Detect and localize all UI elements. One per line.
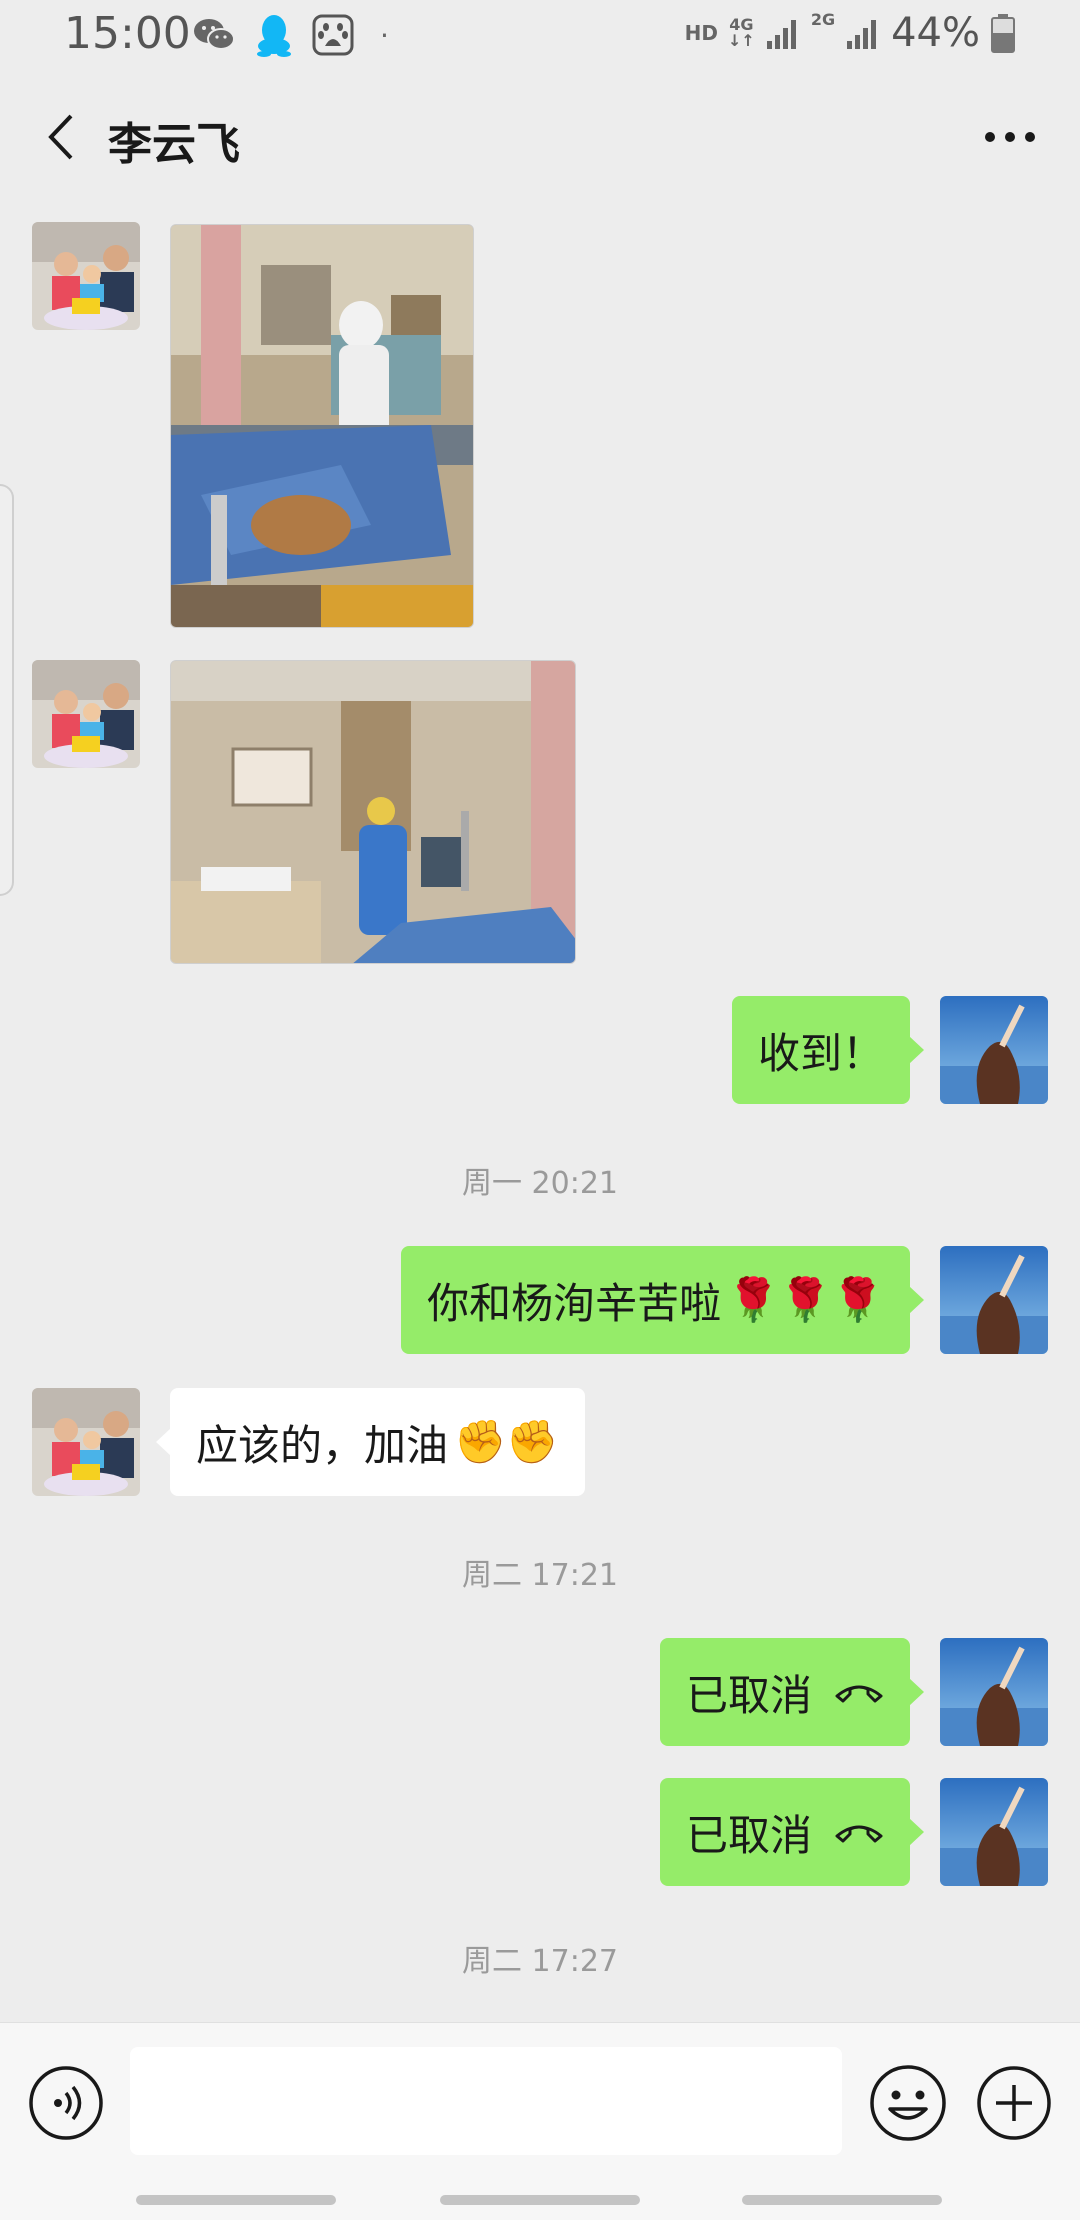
message-text: 收到！: [757, 1028, 884, 1078]
fist-emoji: ✊✊: [454, 1417, 559, 1466]
more-button[interactable]: [970, 102, 1050, 172]
rose-emoji: 🌹🌹🌹: [727, 1275, 884, 1324]
message-bubble-outgoing[interactable]: 收到！: [731, 996, 925, 1104]
timestamp: 周二 17:21: [462, 1558, 618, 1593]
smiley-icon: [870, 2065, 946, 2141]
message-bubble-incoming[interactable]: 应该的，加油 ✊✊: [156, 1388, 585, 1496]
network-2g-label: 2G: [810, 10, 836, 29]
my-avatar[interactable]: [940, 1638, 1048, 1746]
message-input[interactable]: [130, 2047, 842, 2155]
qq-icon: [257, 15, 291, 57]
battery-icon: [991, 14, 1015, 53]
contact-avatar[interactable]: [32, 1388, 140, 1496]
emoji-button[interactable]: [868, 2063, 948, 2143]
plus-icon: [977, 2066, 1051, 2140]
status-indicators: HD 4G ↓↑ 2G 44%: [685, 10, 1016, 56]
my-avatar[interactable]: [940, 996, 1048, 1104]
chevron-left-icon: [48, 114, 73, 160]
hd-label: HD: [684, 21, 719, 45]
voice-button[interactable]: [28, 2065, 104, 2141]
my-avatar[interactable]: [940, 1246, 1048, 1354]
side-handle[interactable]: [0, 484, 14, 896]
nav-gesture-bar-right[interactable]: [742, 2195, 942, 2205]
call-status-text: 已取消: [685, 1810, 812, 1860]
call-bubble-outgoing[interactable]: 已取消: [659, 1778, 925, 1886]
status-dot: ·: [380, 18, 389, 52]
phone-hangup-icon: [835, 1685, 883, 1703]
contact-avatar[interactable]: [32, 660, 140, 768]
my-avatar[interactable]: [940, 1778, 1048, 1886]
image-message-icu-room[interactable]: [170, 660, 576, 964]
call-status-text: 已取消: [685, 1670, 812, 1720]
phone-hangup-icon: [835, 1825, 883, 1843]
signal-icon-2: [847, 20, 877, 49]
network-4g-label: 4G ↓↑: [728, 15, 755, 50]
chat-header: 李云飞: [0, 72, 1080, 202]
status-time: 15:00: [64, 8, 191, 59]
image-message-hospital-room[interactable]: [170, 224, 474, 628]
battery-percent: 44%: [891, 10, 980, 56]
message-bubble-outgoing[interactable]: 你和杨洵辛苦啦 🌹🌹🌹: [401, 1246, 924, 1354]
status-app-icons: ·: [192, 12, 389, 58]
timestamp: 周一 20:21: [462, 1166, 618, 1201]
timestamp: 周二 17:27: [462, 1944, 618, 1979]
input-bar: [0, 2022, 1080, 2220]
message-text: 应该的，加油: [196, 1420, 449, 1470]
back-button[interactable]: [30, 102, 90, 172]
signal-icon: [766, 20, 796, 49]
more-dots-icon: [985, 132, 1035, 142]
nav-gesture-bar-left[interactable]: [136, 2195, 336, 2205]
baidu-paw-icon: [312, 14, 354, 56]
message-text: 你和杨洵辛苦啦: [427, 1278, 722, 1328]
contact-avatar[interactable]: [32, 222, 140, 330]
plus-button[interactable]: [976, 2065, 1052, 2141]
chat-title: 李云飞: [108, 119, 240, 170]
voice-icon: [29, 2066, 103, 2140]
nav-gesture-bar-center[interactable]: [440, 2195, 640, 2205]
status-bar: 15:00 · HD 4G ↓↑ 2G 44%: [0, 0, 1080, 72]
call-bubble-outgoing[interactable]: 已取消: [659, 1638, 925, 1746]
wechat-icon: [194, 19, 235, 50]
